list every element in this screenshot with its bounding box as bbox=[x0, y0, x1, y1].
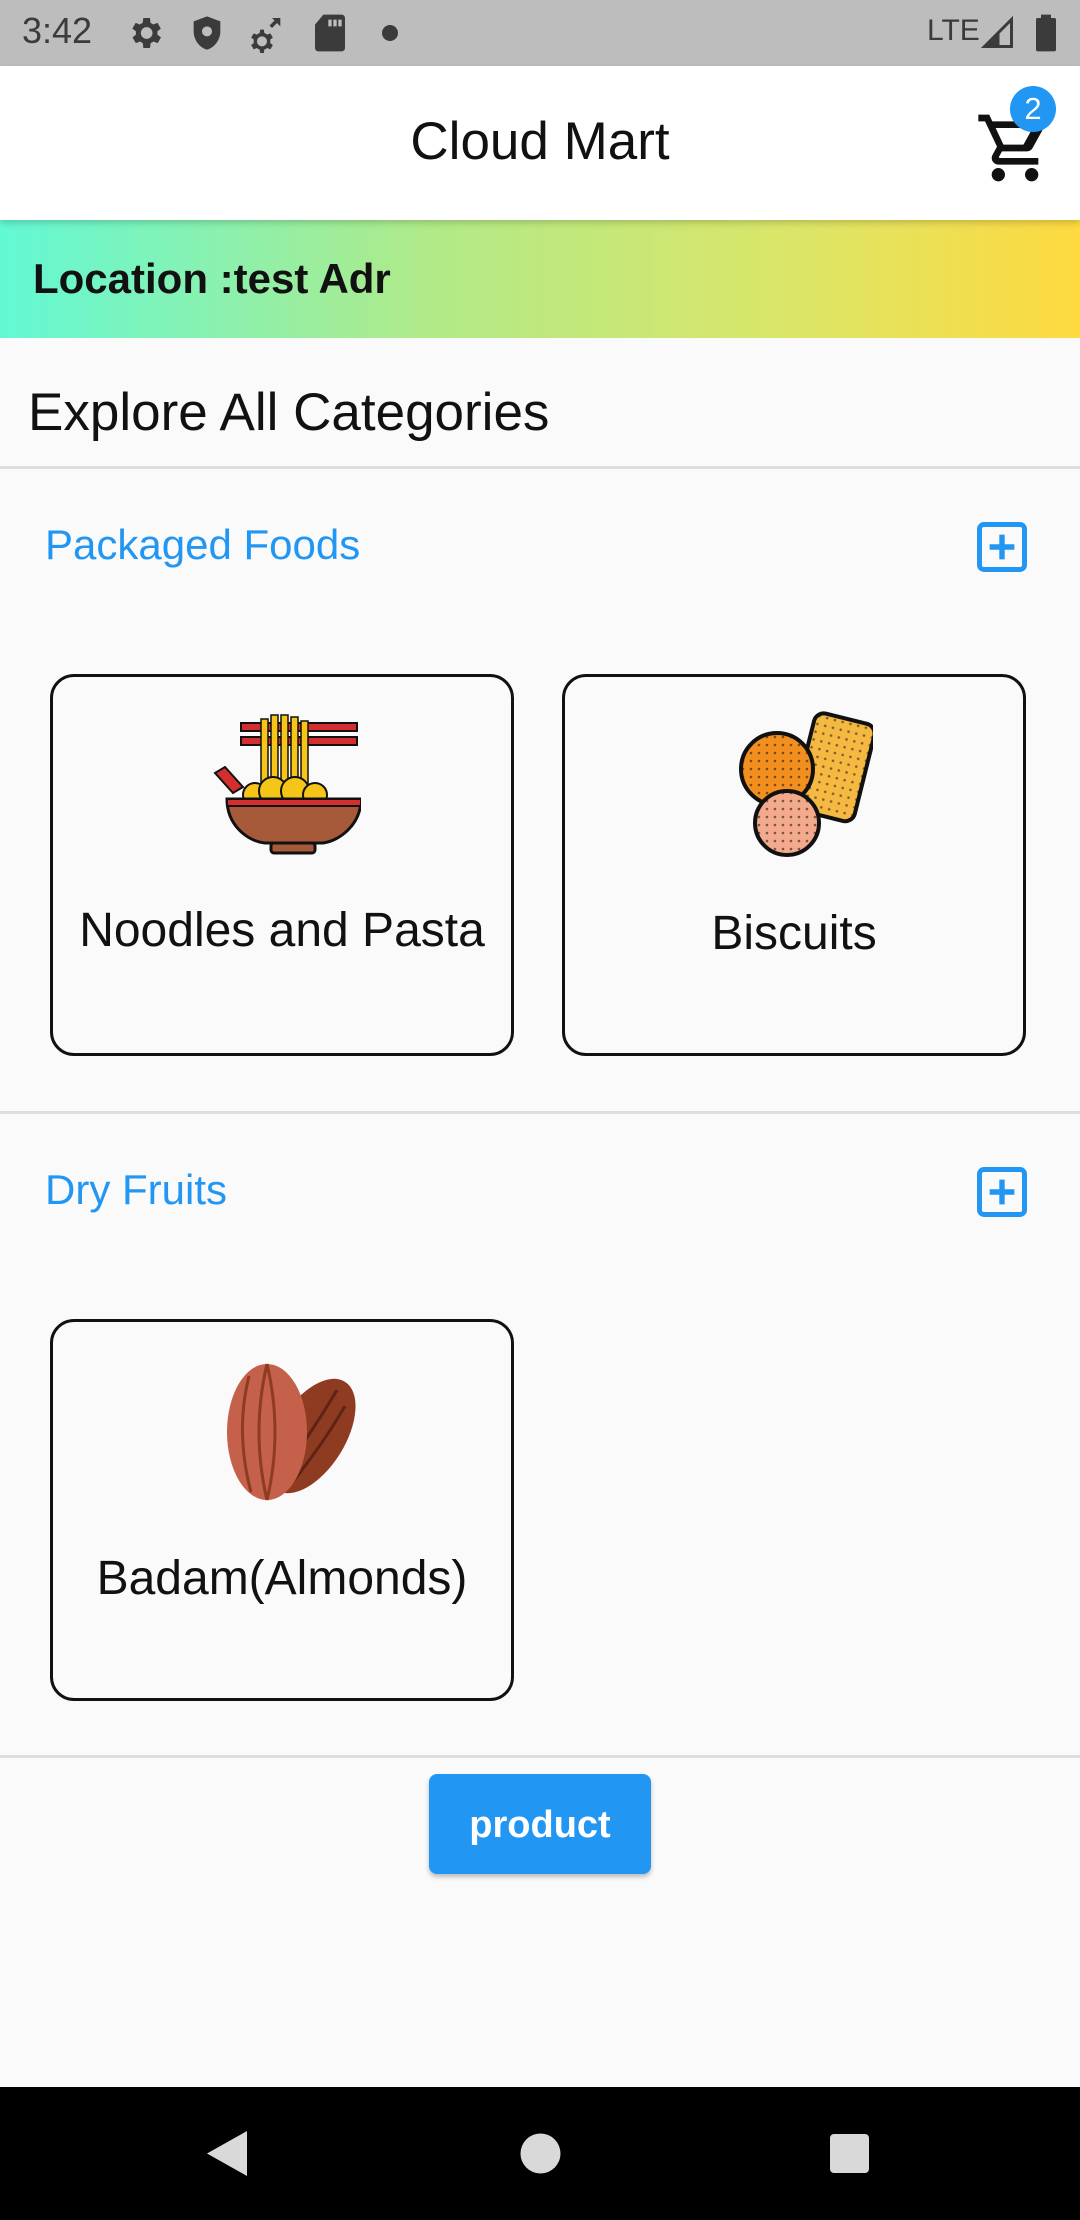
category-card-label: Noodles and Pasta bbox=[79, 904, 485, 957]
shield-icon bbox=[193, 16, 221, 50]
add-box-icon[interactable] bbox=[975, 1165, 1029, 1219]
category-card-biscuits[interactable]: Biscuits bbox=[562, 674, 1026, 1056]
page-heading: Explore All Categories bbox=[28, 383, 550, 442]
back-icon[interactable] bbox=[159, 2087, 292, 2220]
cart-count-badge: 2 bbox=[1010, 86, 1056, 132]
sd-card-icon bbox=[315, 14, 345, 52]
category-card-label: Biscuits bbox=[711, 907, 877, 960]
divider bbox=[0, 466, 1080, 469]
dot-icon bbox=[382, 25, 398, 41]
app-bar: Cloud Mart 2 bbox=[0, 66, 1080, 220]
location-banner[interactable]: Location :test Adr bbox=[0, 220, 1080, 338]
gear-icon bbox=[132, 18, 161, 48]
category-title-packaged-foods[interactable]: Packaged Foods bbox=[45, 521, 360, 569]
category-card-noodles-and-pasta[interactable]: Noodles and Pasta bbox=[50, 674, 514, 1056]
add-box-icon[interactable] bbox=[975, 520, 1029, 574]
biscuits-icon bbox=[739, 711, 873, 857]
app-title: Cloud Mart bbox=[410, 112, 670, 171]
recents-icon[interactable] bbox=[783, 2087, 916, 2220]
settings-sync-icon bbox=[251, 18, 281, 53]
status-bar: 3:42 LTE bbox=[0, 0, 1080, 66]
system-nav-bar bbox=[0, 2087, 1080, 2220]
location-text: Location :test Adr bbox=[33, 255, 391, 302]
home-icon[interactable] bbox=[474, 2087, 607, 2220]
divider bbox=[0, 1755, 1080, 1758]
category-card-label: Badam(Almonds) bbox=[96, 1552, 468, 1605]
category-title-dry-fruits[interactable]: Dry Fruits bbox=[45, 1166, 227, 1214]
almonds-icon bbox=[227, 1363, 356, 1501]
divider bbox=[0, 1111, 1080, 1114]
battery-icon bbox=[1036, 14, 1056, 52]
noodles-bowl-icon bbox=[213, 714, 361, 855]
product-button[interactable]: product bbox=[429, 1774, 651, 1874]
network-type: LTE bbox=[927, 14, 980, 47]
category-card-badam-almonds[interactable]: Badam(Almonds) bbox=[50, 1319, 514, 1701]
signal-icon bbox=[980, 15, 1013, 48]
status-time: 3:42 bbox=[22, 10, 93, 51]
